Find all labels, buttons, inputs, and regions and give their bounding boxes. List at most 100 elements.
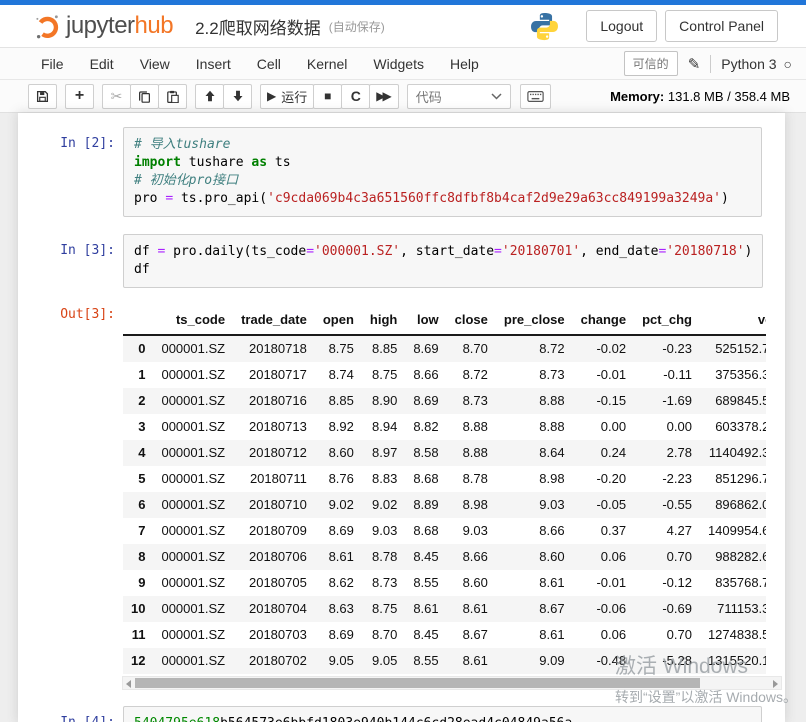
menubar: File Edit View Insert Cell Kernel Widget… (0, 48, 806, 80)
row-index: 1 (123, 362, 153, 388)
menubar-divider (710, 55, 711, 73)
table-cell: 603378.21 (700, 414, 766, 440)
table-cell: 20180718 (233, 335, 315, 362)
table-cell: 000001.SZ (153, 570, 233, 596)
cell-type-select[interactable]: 代码 (407, 84, 511, 109)
command-palette-button[interactable] (520, 84, 551, 109)
menu-view[interactable]: View (127, 50, 183, 78)
notebook-title[interactable]: 2.2爬取网络数据 (195, 14, 321, 39)
table-cell: 8.66 (447, 544, 496, 570)
notebook-container: In [2]: # 导入tushareimport tushare as ts#… (18, 113, 785, 722)
notebook-page-background: In [2]: # 导入tushareimport tushare as ts#… (0, 113, 806, 722)
table-cell: 8.68 (405, 518, 446, 544)
interrupt-kernel-button[interactable]: ■ (313, 84, 342, 109)
table-cell: 8.68 (405, 466, 446, 492)
column-header: pre_close (496, 307, 573, 335)
menu-edit[interactable]: Edit (77, 50, 127, 78)
jupyter-ring-icon (34, 13, 66, 40)
table-cell: 8.85 (362, 335, 405, 362)
code-cell-4: In [4]: 5404795e618b564573e6bbfd1803e940… (18, 706, 785, 722)
trusted-badge[interactable]: 可信的 (624, 51, 678, 76)
table-cell: 20180717 (233, 362, 315, 388)
row-index: 11 (123, 622, 153, 648)
cut-cell-button[interactable]: ✂ (102, 84, 131, 109)
table-cell: 8.60 (496, 544, 573, 570)
table-cell: 8.74 (315, 362, 362, 388)
horizontal-scrollbar[interactable] (122, 676, 782, 690)
table-cell: 20180706 (233, 544, 315, 570)
table-cell: 8.88 (447, 414, 496, 440)
table-cell: -5.28 (634, 648, 700, 674)
menu-widgets[interactable]: Widgets (360, 50, 437, 78)
insert-cell-button[interactable]: + (65, 84, 94, 109)
table-cell: 8.67 (496, 596, 573, 622)
table-cell: 8.75 (362, 362, 405, 388)
table-cell: 20180711 (233, 466, 315, 492)
table-cell: 20180705 (233, 570, 315, 596)
table-cell: 000001.SZ (153, 335, 233, 362)
column-header: change (573, 307, 635, 335)
table-cell: -0.06 (573, 596, 635, 622)
table-cell: 8.75 (315, 335, 362, 362)
table-cell: 0.06 (573, 544, 635, 570)
table-cell: 1274838.57 (700, 622, 766, 648)
move-cell-down-button[interactable] (223, 84, 252, 109)
code-input-3[interactable]: df = pro.daily(ts_code='000001.SZ', star… (123, 234, 763, 288)
input-prompt-4: In [4]: (18, 706, 123, 722)
scrollbar-thumb[interactable] (135, 678, 700, 688)
code-input-4[interactable]: 5404795e618b564573e6bbfd1803e940b144c6cd… (123, 706, 762, 722)
table-cell: 8.55 (405, 570, 446, 596)
menu-file[interactable]: File (28, 50, 77, 78)
table-cell: 8.85 (315, 388, 362, 414)
menu-cell[interactable]: Cell (244, 50, 294, 78)
save-icon (36, 90, 49, 103)
logout-button[interactable]: Logout (586, 10, 657, 42)
code-line: df = pro.daily(ts_code='000001.SZ', star… (134, 243, 752, 261)
jupyterhub-logo[interactable]: jupyterhub (34, 12, 173, 40)
table-cell: 8.62 (315, 570, 362, 596)
restart-kernel-button[interactable]: C (341, 84, 370, 109)
restart-run-all-button[interactable]: ▶▶ (369, 84, 398, 109)
table-cell: 8.45 (405, 544, 446, 570)
copy-cell-button[interactable] (130, 84, 159, 109)
save-button[interactable] (28, 84, 57, 109)
table-cell: 9.03 (362, 518, 405, 544)
table-cell: 8.98 (496, 466, 573, 492)
table-cell: -0.12 (634, 570, 700, 596)
menu-help[interactable]: Help (437, 50, 492, 78)
control-panel-button[interactable]: Control Panel (665, 10, 778, 42)
table-cell: 000001.SZ (153, 388, 233, 414)
table-cell: 9.02 (315, 492, 362, 518)
column-header: trade_date (233, 307, 315, 335)
menu-insert[interactable]: Insert (183, 50, 244, 78)
table-cell: 8.60 (315, 440, 362, 466)
table-cell: 20180704 (233, 596, 315, 622)
table-cell: 9.03 (447, 518, 496, 544)
table-cell: 20180710 (233, 492, 315, 518)
code-line: # 初始化pro接口 (134, 172, 751, 190)
column-header: open (315, 307, 362, 335)
table-cell: 8.69 (405, 335, 446, 362)
copy-icon (138, 90, 151, 103)
table-cell: -0.01 (573, 362, 635, 388)
row-index: 9 (123, 570, 153, 596)
table-cell: 8.61 (496, 570, 573, 596)
table-cell: 8.83 (362, 466, 405, 492)
table-cell: 8.94 (362, 414, 405, 440)
table-cell: 8.76 (315, 466, 362, 492)
code-input-2[interactable]: # 导入tushareimport tushare as ts# 初始化pro接… (123, 127, 762, 217)
table-cell: 8.88 (496, 414, 573, 440)
table-cell: -0.01 (573, 570, 635, 596)
table-cell: -0.02 (573, 335, 635, 362)
menu-kernel[interactable]: Kernel (294, 50, 360, 78)
paste-cell-button[interactable] (158, 84, 187, 109)
move-cell-up-button[interactable] (195, 84, 224, 109)
table-row: 0000001.SZ201807188.758.858.698.708.72-0… (123, 335, 766, 362)
memory-label: Memory: (610, 89, 664, 104)
table-cell: 8.72 (496, 335, 573, 362)
run-cell-button[interactable]: ▶ 运行 (260, 84, 314, 109)
column-header: vol (700, 307, 766, 335)
table-cell: 20180716 (233, 388, 315, 414)
table-row: 8000001.SZ201807068.618.788.458.668.600.… (123, 544, 766, 570)
python-logo-icon (529, 11, 560, 42)
